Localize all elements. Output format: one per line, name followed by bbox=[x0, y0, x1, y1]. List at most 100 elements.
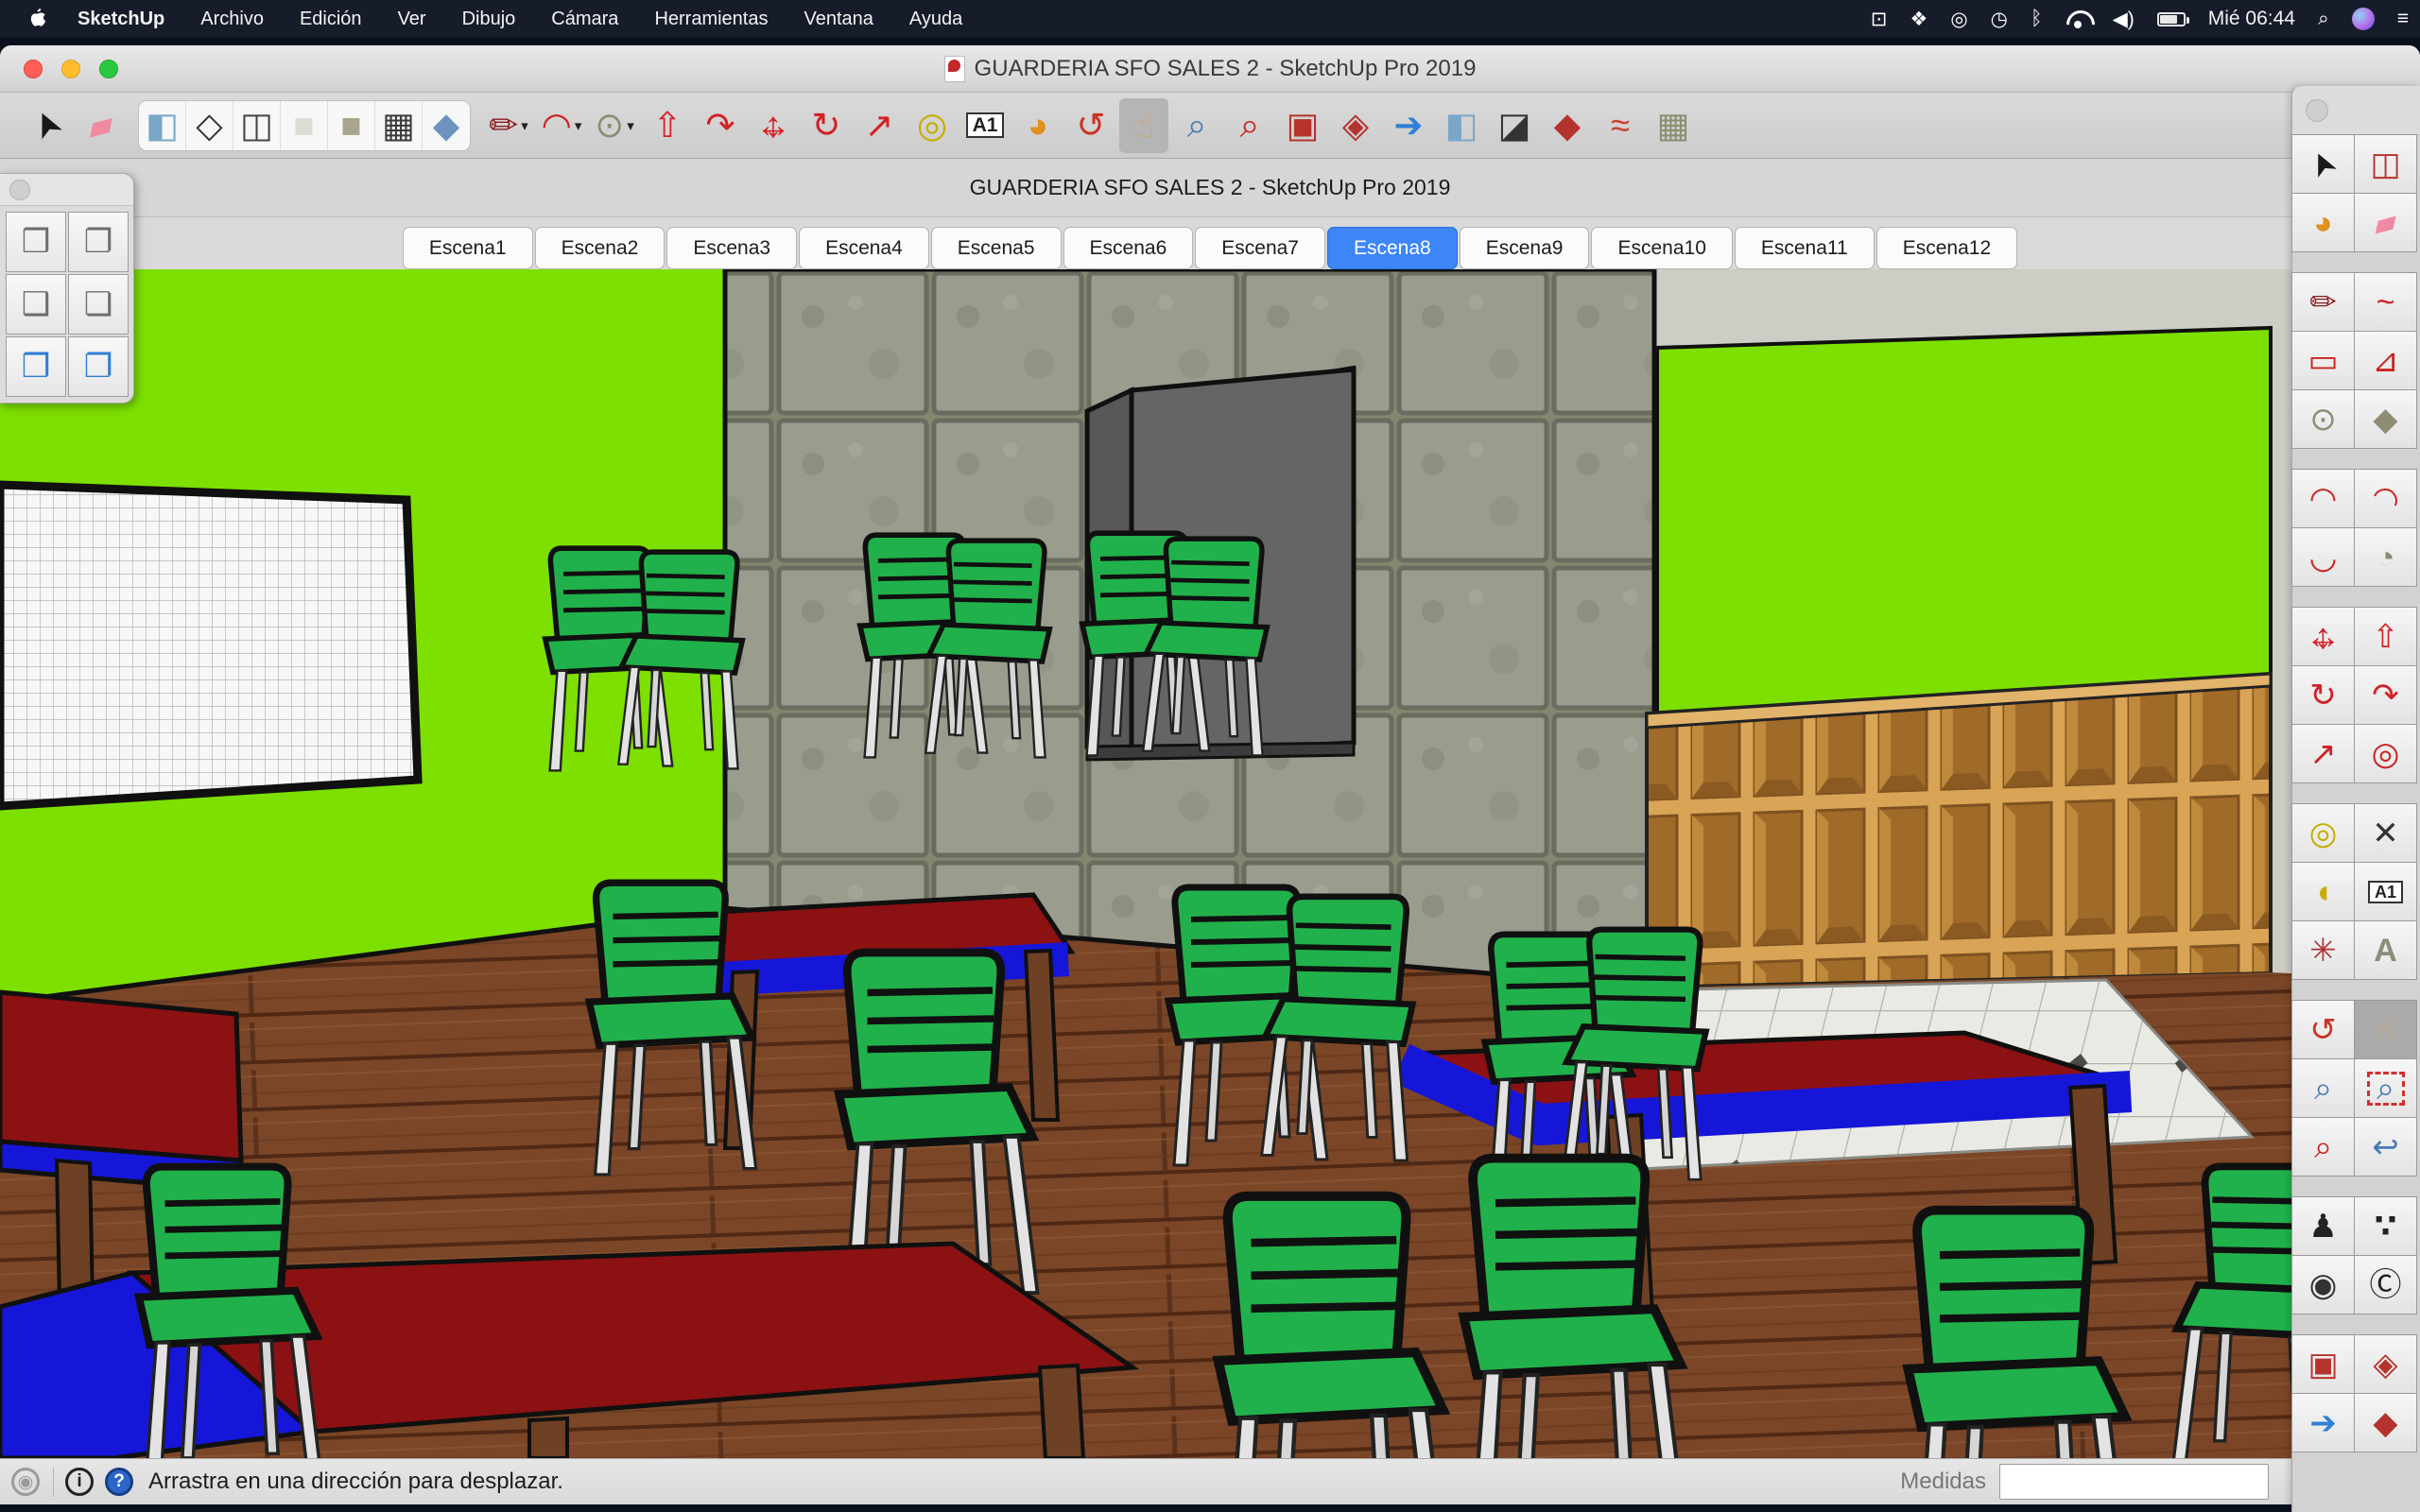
paint-bucket-tool[interactable]: ◕ bbox=[2291, 193, 2355, 252]
line-tool[interactable]: ✏ bbox=[2291, 272, 2355, 332]
menu-clock[interactable]: Mié 06:44 bbox=[2197, 8, 2307, 30]
eraser-tool[interactable]: ▰ bbox=[76, 98, 125, 153]
spotlight-icon[interactable]: ⌕ bbox=[2307, 8, 2341, 30]
polygon-tool[interactable]: ◆ bbox=[2354, 389, 2417, 449]
eraser-tool[interactable]: ▰ bbox=[2354, 193, 2417, 252]
help-icon[interactable]: ? bbox=[105, 1468, 133, 1496]
zoom-tool[interactable]: ⌕ bbox=[2291, 1058, 2355, 1118]
scale-tool[interactable]: ↗ bbox=[855, 98, 904, 153]
axes-tool[interactable]: ✳ bbox=[2291, 920, 2355, 980]
menu-item-herramientas[interactable]: Herramientas bbox=[636, 9, 786, 29]
scale-tool[interactable]: ↗ bbox=[2291, 724, 2355, 783]
make-component-tool[interactable]: ◫ bbox=[2354, 134, 2417, 194]
followme-tool[interactable]: ↷ bbox=[2354, 665, 2417, 725]
select-tool[interactable]: ➤ bbox=[23, 98, 72, 153]
previous-view-tool[interactable]: ↩ bbox=[2354, 1117, 2417, 1177]
scene-tab-escena4[interactable]: Escena4 bbox=[799, 227, 929, 269]
scene-tab-escena2[interactable]: Escena2 bbox=[535, 227, 666, 269]
tool-palette-close-button[interactable] bbox=[2306, 99, 2328, 122]
tape-measure-tool[interactable]: ◎ bbox=[908, 98, 957, 153]
scene-tab-escena8[interactable]: Escena8 bbox=[1327, 227, 1458, 269]
scene-tab-escena3[interactable]: Escena3 bbox=[666, 227, 797, 269]
menu-list-icon[interactable]: ≡ bbox=[2386, 8, 2420, 30]
scene-tab-escena5[interactable]: Escena5 bbox=[931, 227, 1062, 269]
extension-box-tool[interactable]: ◈ bbox=[1331, 98, 1380, 153]
extension-box-tool[interactable]: ◈ bbox=[2354, 1334, 2417, 1394]
layout-export-tool[interactable]: ➔ bbox=[1384, 98, 1433, 153]
rotate-tool[interactable]: ↻ bbox=[2291, 665, 2355, 725]
line-tool-dropdown[interactable]: ▾ bbox=[521, 117, 528, 134]
intersect-tool[interactable]: ❐ bbox=[68, 212, 129, 272]
pan-tool[interactable]: ☝ bbox=[1119, 98, 1168, 153]
credits-icon[interactable]: i bbox=[65, 1468, 94, 1496]
section-compass-tool[interactable]: Ⓒ bbox=[2354, 1255, 2417, 1314]
move-tool[interactable]: ↔↕ bbox=[2291, 607, 2355, 666]
scene-tab-escena9[interactable]: Escena9 bbox=[1460, 227, 1590, 269]
import-skp-tool[interactable]: ▣ bbox=[2291, 1334, 2355, 1394]
xray-cube-tool[interactable]: ◧ bbox=[1437, 98, 1486, 153]
dropbox-icon[interactable]: ❖ bbox=[1898, 8, 1939, 31]
menu-app-name[interactable]: SketchUp bbox=[60, 9, 182, 30]
menu-item-archivo[interactable]: Archivo bbox=[182, 9, 282, 29]
move-tool[interactable]: ↔↕ bbox=[749, 98, 798, 153]
subtract-tool[interactable]: ❏ bbox=[68, 274, 129, 335]
pushpull-tool[interactable]: ⇧ bbox=[643, 98, 692, 153]
menu-item-ayuda[interactable]: Ayuda bbox=[891, 9, 980, 29]
circle-tool[interactable]: ⊙▾ bbox=[590, 98, 639, 153]
text-tool[interactable]: A1 bbox=[2354, 862, 2417, 921]
pan-tool[interactable]: ☝ bbox=[2354, 1000, 2417, 1059]
3d-text-tool[interactable]: A bbox=[2354, 920, 2417, 980]
style-wireframe[interactable]: ◇ bbox=[186, 101, 233, 150]
siri-icon[interactable] bbox=[2341, 8, 2386, 30]
line-tool[interactable]: ✏▾ bbox=[484, 98, 533, 153]
battery-icon[interactable] bbox=[2146, 12, 2197, 26]
protractor-tool[interactable]: ◖ bbox=[2291, 862, 2355, 921]
split-tool[interactable]: ❐ bbox=[68, 336, 129, 397]
scene-tab-escena1[interactable]: Escena1 bbox=[403, 227, 533, 269]
menu-item-cámara[interactable]: Cámara bbox=[533, 9, 636, 29]
ruby-gear-tool[interactable]: ◆ bbox=[1543, 98, 1592, 153]
rotated-rectangle-tool[interactable]: ⊿ bbox=[2354, 331, 2417, 390]
look-around-tool[interactable]: ◉ bbox=[2291, 1255, 2355, 1314]
scene-tab-escena10[interactable]: Escena10 bbox=[1591, 227, 1732, 269]
geolocation-icon[interactable]: ◉ bbox=[11, 1468, 40, 1496]
scene-tab-escena12[interactable]: Escena12 bbox=[1876, 227, 2017, 269]
two-point-arc-tool[interactable]: ◠ bbox=[2354, 469, 2417, 528]
followme-tool[interactable]: ↷ bbox=[696, 98, 745, 153]
paint-bucket-tool[interactable]: ◕ bbox=[1013, 98, 1063, 153]
menu-item-edición[interactable]: Edición bbox=[282, 9, 380, 29]
arc-tool-dropdown[interactable]: ▾ bbox=[575, 117, 582, 134]
rotate-tool[interactable]: ↻ bbox=[802, 98, 851, 153]
palette-close-button[interactable] bbox=[9, 180, 30, 200]
style-monochrome[interactable]: ◆ bbox=[423, 101, 470, 150]
import-model-tool[interactable]: ▣ bbox=[1278, 98, 1327, 153]
3d-viewport[interactable] bbox=[0, 269, 2420, 1458]
position-camera-tool[interactable]: ♟ bbox=[2291, 1196, 2355, 1256]
arc-tool[interactable]: ◠ bbox=[2291, 469, 2355, 528]
zoom-extents-tool[interactable]: ⌕ bbox=[1225, 98, 1274, 153]
arc-tool[interactable]: ◠▾ bbox=[537, 98, 586, 153]
scene-tab-escena6[interactable]: Escena6 bbox=[1063, 227, 1194, 269]
pie-tool[interactable]: ◔ bbox=[2354, 527, 2417, 587]
freehand-tool[interactable]: ~ bbox=[2354, 272, 2417, 332]
wifi-icon[interactable] bbox=[2054, 10, 2101, 28]
menu-item-dibujo[interactable]: Dibujo bbox=[444, 9, 534, 29]
zoom-window-tool[interactable]: ⌕ bbox=[2354, 1058, 2417, 1118]
pushpull-tool[interactable]: ⇧ bbox=[2354, 607, 2417, 666]
style-xray[interactable]: ◧ bbox=[139, 101, 186, 150]
outer-shell-tool[interactable]: ❒ bbox=[6, 212, 66, 272]
orbit-tool[interactable]: ↺ bbox=[2291, 1000, 2355, 1059]
orbit-tool[interactable]: ↺ bbox=[1066, 98, 1115, 153]
time-machine-icon[interactable]: ◷ bbox=[1979, 8, 2019, 31]
dimension-tool[interactable]: ✕ bbox=[2354, 803, 2417, 863]
shadow-cube-tool[interactable]: ◪ bbox=[1490, 98, 1539, 153]
spiral-app-icon[interactable]: ◎ bbox=[1939, 8, 1979, 31]
volume-icon[interactable]: ◀) bbox=[2101, 8, 2146, 31]
style-textured[interactable]: ▦ bbox=[375, 101, 423, 150]
walk-tool[interactable]: ∵ bbox=[2354, 1196, 2417, 1256]
select-tool[interactable]: ➤ bbox=[2291, 134, 2355, 194]
three-point-arc-tool[interactable]: ◡ bbox=[2291, 527, 2355, 587]
union-tool[interactable]: ❑ bbox=[6, 274, 66, 335]
bluetooth-icon[interactable]: ᛒ bbox=[2019, 8, 2054, 30]
ruby-gear-tool[interactable]: ◆ bbox=[2354, 1393, 2417, 1452]
